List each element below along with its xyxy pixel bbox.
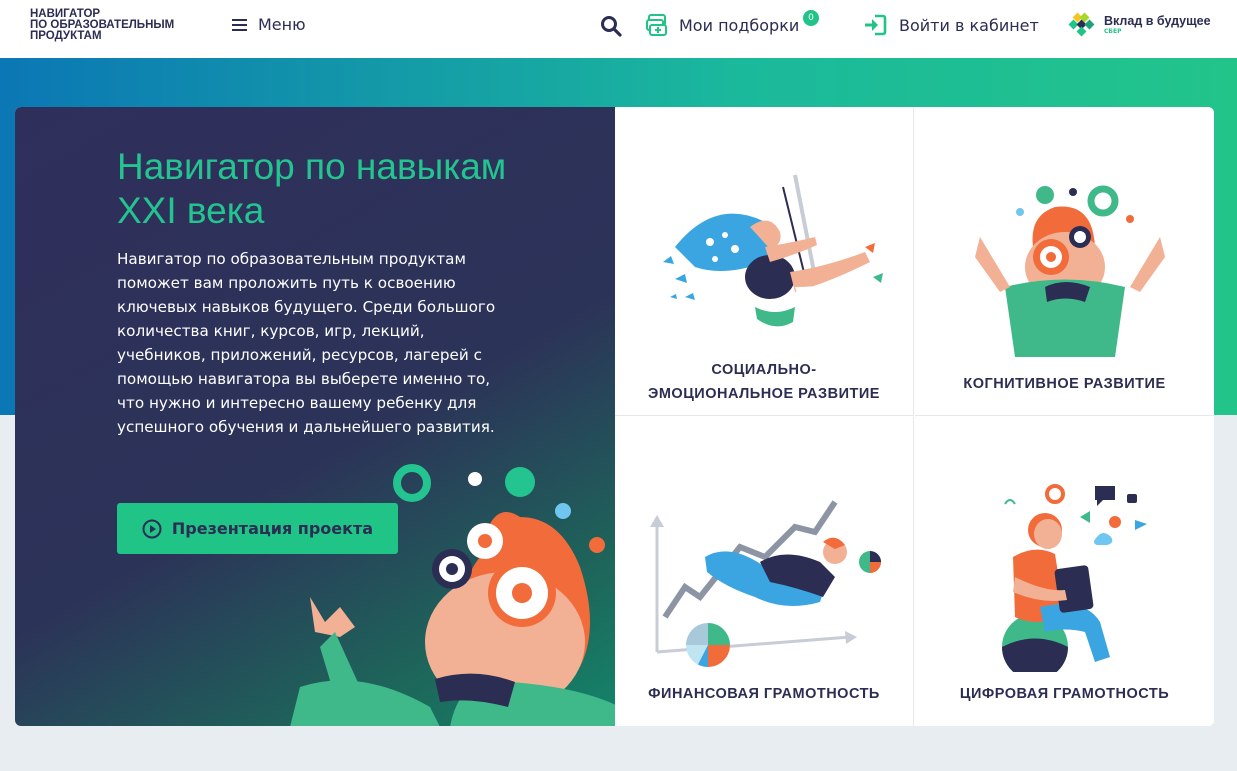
skill-card-digital[interactable]: ЦИФРОВАЯ ГРАМОТНОСТЬ — [915, 417, 1214, 726]
skill-label-financial: ФИНАНСОВАЯ ГРАМОТНОСТЬ — [648, 686, 880, 702]
skill-label-social-emotional: СОЦИАЛЬНО-ЭМОЦИОНАЛЬНОЕ РАЗВИТИЕ — [648, 362, 880, 402]
menu-label: Меню — [258, 15, 306, 34]
skill-label-digital: ЦИФРОВАЯ ГРАМОТНОСТЬ — [959, 686, 1170, 702]
site-logo[interactable]: НАВИГАТОР ПО ОБРАЗОВАТЕЛЬНЫМ ПРОДУКТАМ — [30, 8, 205, 42]
hero-card: Навигатор по навыкам XXI века Навигатор … — [15, 107, 1214, 726]
skill-card-financial[interactable]: ФИНАНСОВАЯ ГРАМОТНОСТЬ — [615, 417, 914, 726]
skill-card-cognitive[interactable]: КОГНИТИВНОЕ РАЗВИТИЕ — [915, 107, 1214, 416]
growth-chart-illustration-icon — [650, 500, 881, 667]
sber-future-logo-icon — [1068, 12, 1095, 37]
partner-sub-label: СБЕР — [1104, 28, 1122, 35]
hero-title: Навигатор по навыкам XXI века — [117, 146, 507, 231]
thinking-kid-illustration — [290, 464, 615, 726]
hamburger-icon — [232, 18, 247, 31]
hero-intro-panel: Навигатор по навыкам XXI века Навигатор … — [15, 107, 615, 726]
search-icon[interactable] — [599, 14, 623, 38]
swing-girl-illustration-icon — [663, 174, 883, 327]
site-header: НАВИГАТОР ПО ОБРАЗОВАТЕЛЬНЫМ ПРОДУКТАМ М… — [0, 0, 1237, 58]
skill-card-social-emotional[interactable]: СОЦИАЛЬНО-ЭМОЦИОНАЛЬНОЕ РАЗВИТИЕ — [615, 107, 914, 416]
menu-button[interactable]: Меню — [232, 15, 306, 34]
collections-count-badge: 0 — [803, 10, 819, 26]
my-collections-link[interactable]: Мои подборки 0 — [645, 10, 819, 38]
login-label: Войти в кабинет — [899, 15, 1039, 35]
login-link[interactable]: Войти в кабинет — [863, 14, 1039, 36]
skill-label-cognitive: КОГНИТИВНОЕ РАЗВИТИЕ — [963, 376, 1166, 392]
collections-icon — [646, 14, 667, 36]
tablet-boy-illustration-icon — [1002, 484, 1147, 672]
collections-label: Мои подборки — [679, 15, 800, 35]
hero-description: Навигатор по образовательным продуктам п… — [117, 250, 496, 436]
partner-logo[interactable]: Вклад в будущее СБЕР — [1068, 12, 1211, 38]
login-icon — [865, 14, 887, 36]
skills-grid: СОЦИАЛЬНО-ЭМОЦИОНАЛЬНОЕ РАЗВИТИЕ КОГНИТИ… — [615, 107, 1214, 726]
gears-head-illustration-icon — [975, 185, 1165, 357]
play-icon — [142, 519, 162, 538]
partner-label: Вклад в будущее — [1104, 14, 1211, 28]
logo-line-3: ПРОДУКТАМ — [30, 30, 102, 42]
